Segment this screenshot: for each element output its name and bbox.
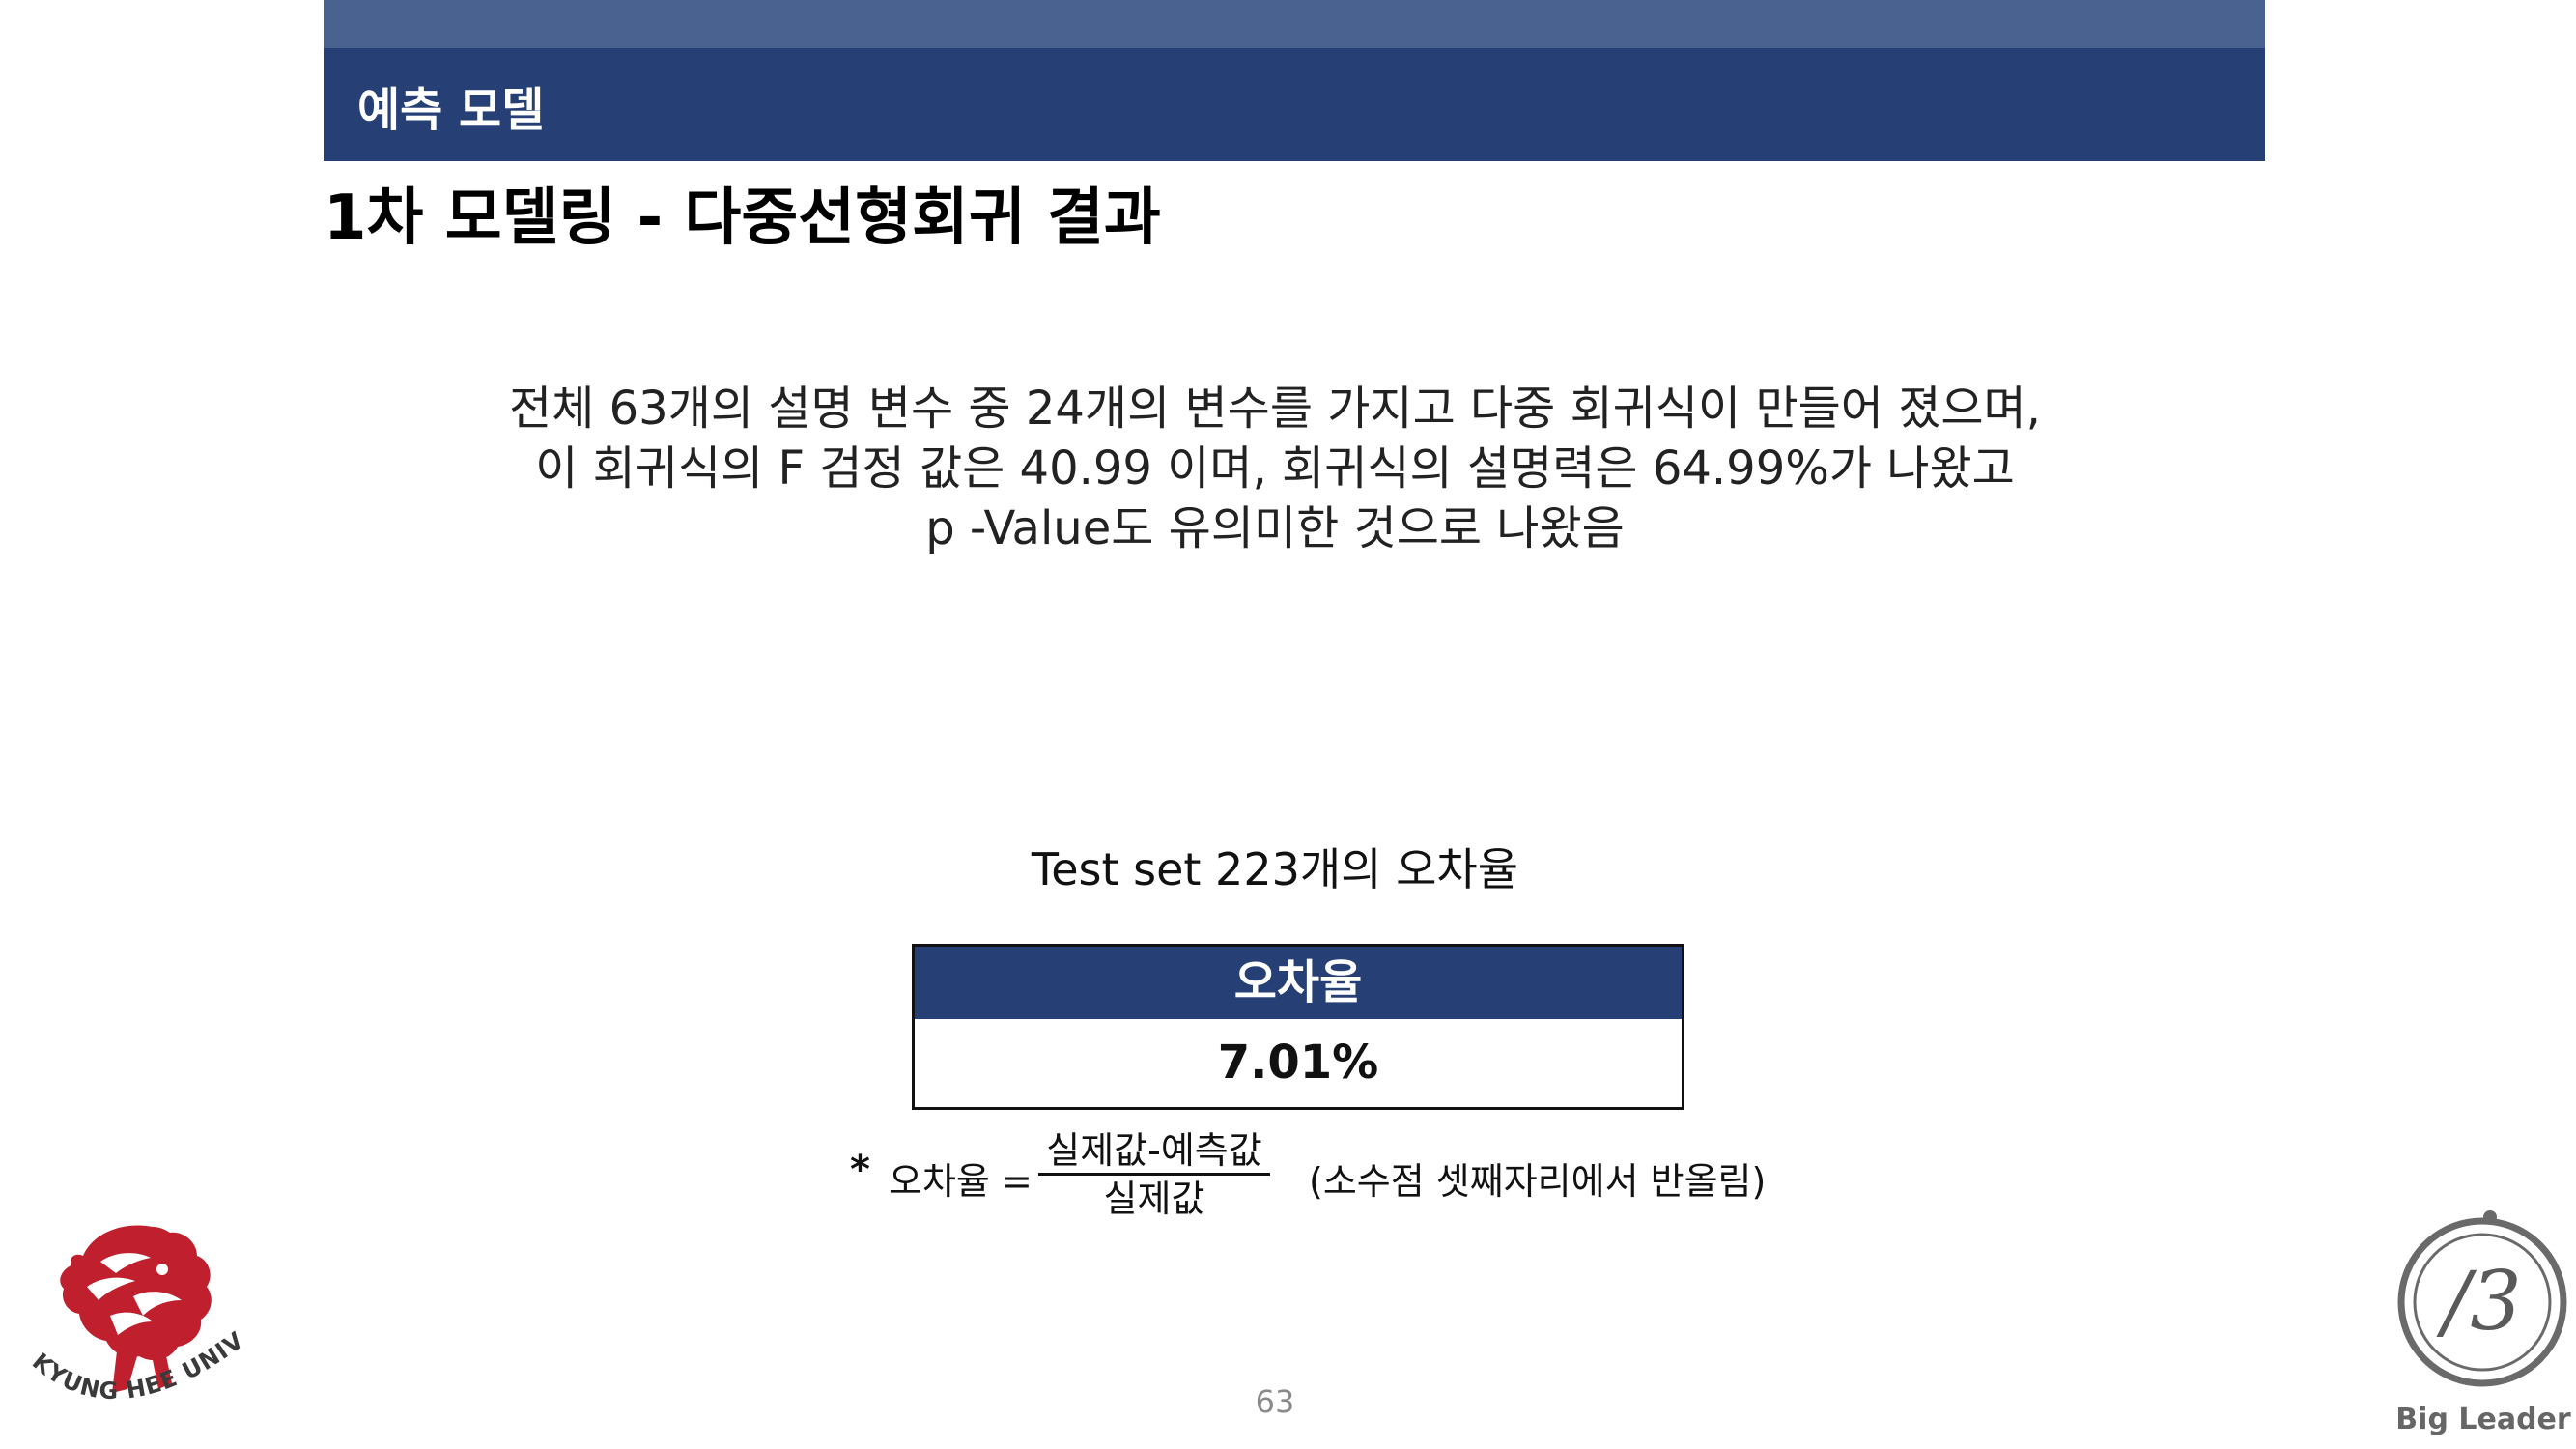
big-leader-label: Big Leader (2395, 1403, 2571, 1436)
summary-line-1: 전체 63개의 설명 변수 중 24개의 변수를 가지고 다중 회귀식이 만들어… (509, 382, 2041, 436)
table-value-cell: 7.01% (915, 1019, 1682, 1107)
table-header-cell: 오차율 (915, 947, 1682, 1019)
logo-dot-icon (2483, 1210, 2497, 1224)
lion-icon (60, 1225, 212, 1361)
page-number: 63 (1255, 1383, 1295, 1420)
section-title: 예측 모델 (357, 83, 545, 137)
table-caption: Test set 223개의 오차율 (1031, 843, 1519, 895)
formula-bullet: * (850, 1148, 870, 1192)
summary-line-2: 이 회귀식의 F 검정 값은 40.99 이며, 회귀식의 설명력은 64.99… (535, 441, 2015, 496)
formula-numerator: 실제값-예측값 (1038, 1128, 1270, 1176)
big-leader-mark: /3 (2436, 1254, 2522, 1349)
page-title: 1차 모델링 - 다중선형회귀 결과 (324, 183, 1161, 254)
header-band (324, 48, 2265, 161)
formula-lhs: 오차율 = (889, 1160, 1033, 1203)
summary-text: 전체 63개의 설명 변수 중 24개의 변수를 가지고 다중 회귀식이 만들어… (386, 379, 2164, 558)
error-rate-table: 오차율 7.01% (912, 944, 1684, 1110)
header-top-strip (324, 0, 2265, 48)
formula-note: (소수점 셋째자리에서 반올림) (1309, 1160, 1767, 1203)
summary-line-3: p -Value도 유의미한 것으로 나왔음 (925, 501, 1625, 555)
kyung-hee-university-logo: KYUNG HEE UNIVERSITY (17, 1219, 248, 1405)
formula-denominator: 실제값 (1103, 1178, 1205, 1220)
error-formula: * 오차율 = 실제값-예측값 실제값 (소수점 셋째자리에서 반올림) (850, 1128, 1816, 1225)
